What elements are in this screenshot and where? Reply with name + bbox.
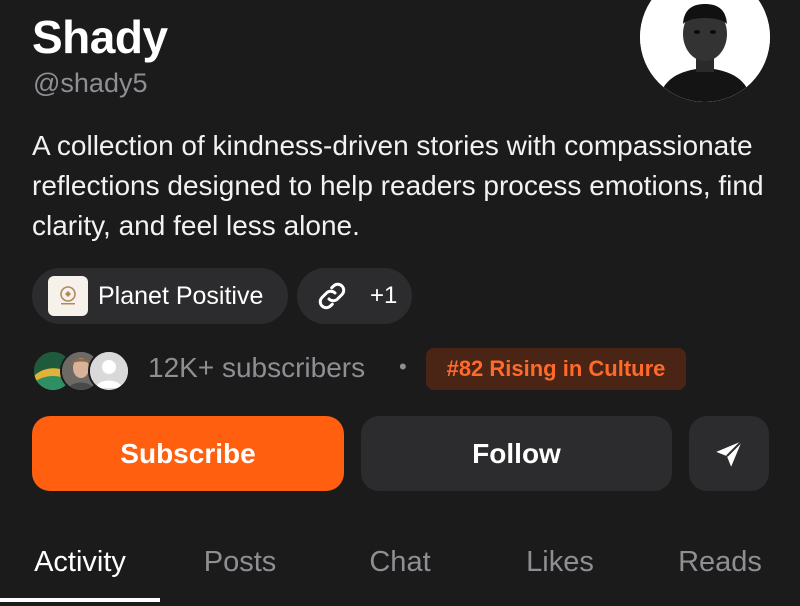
publication-logo-icon bbox=[60, 286, 76, 305]
follow-button[interactable]: Follow bbox=[361, 416, 672, 491]
profile-handle: @shady5 bbox=[33, 68, 148, 98]
link-icon bbox=[318, 282, 346, 310]
profile-tabs: Activity Posts Chat Likes Reads bbox=[0, 540, 800, 606]
rank-badge[interactable]: #82 Rising in Culture bbox=[426, 348, 686, 390]
tab-reads[interactable]: Reads bbox=[678, 546, 762, 579]
subscriber-count: 12K+ subscribers bbox=[148, 352, 366, 383]
links-chip[interactable]: +1 bbox=[297, 268, 412, 324]
subscriber-avatar bbox=[88, 350, 130, 392]
share-button[interactable] bbox=[689, 416, 769, 491]
tab-likes[interactable]: Likes bbox=[526, 546, 594, 579]
active-tab-indicator bbox=[0, 598, 160, 602]
tab-posts[interactable]: Posts bbox=[204, 546, 277, 579]
publication-name: Planet Positive bbox=[98, 281, 264, 310]
avatar-photo bbox=[640, 0, 770, 102]
publication-chip[interactable]: Planet Positive bbox=[32, 268, 288, 324]
default-user-icon bbox=[90, 352, 128, 390]
separator-dot: • bbox=[399, 354, 407, 379]
send-icon bbox=[716, 440, 743, 467]
tab-activity[interactable]: Activity bbox=[34, 546, 126, 579]
links-count: +1 bbox=[370, 282, 398, 309]
profile-avatar[interactable] bbox=[640, 0, 770, 102]
publication-logo bbox=[48, 276, 88, 316]
profile-name: Shady bbox=[32, 11, 168, 63]
subscriber-stats[interactable]: 12K+ subscribers • #82 Rising in Culture bbox=[32, 346, 792, 392]
profile-bio: A collection of kindness-driven stories … bbox=[32, 130, 764, 241]
subscribe-button[interactable]: Subscribe bbox=[32, 416, 344, 491]
tab-chat[interactable]: Chat bbox=[369, 546, 430, 579]
